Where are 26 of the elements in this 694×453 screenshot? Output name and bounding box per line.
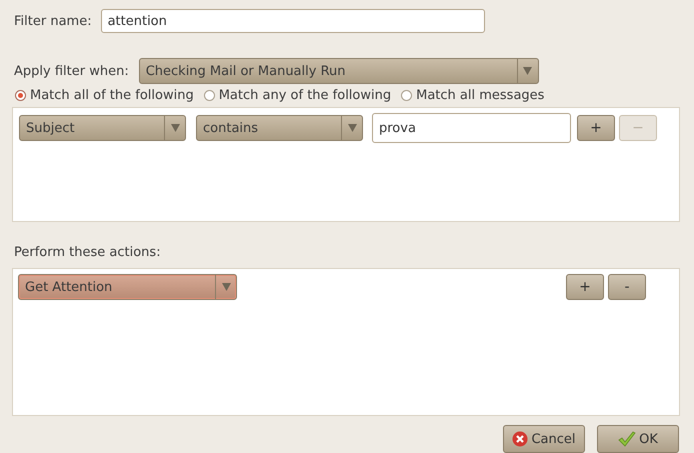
dropdown-arrow-icon (222, 283, 230, 291)
filter-name-field[interactable]: attention (100, 9, 485, 33)
radio-button[interactable] (15, 90, 26, 101)
checkmark-icon (618, 431, 636, 447)
field-dropdown[interactable]: Subject (19, 115, 186, 141)
dropdown-arrow-icon (348, 124, 356, 132)
button[interactable]: - (608, 274, 646, 300)
operator-dropdown[interactable]: contains (196, 115, 363, 141)
dropdown-arrow-icon (170, 124, 180, 132)
action-dropdown[interactable]: Get Attention (18, 274, 237, 300)
radio-button[interactable] (401, 90, 412, 101)
value-field[interactable]: prova (372, 113, 571, 143)
ok-button[interactable]: OK (597, 425, 679, 453)
field-label: Filter name: (14, 14, 92, 28)
apply-when-dropdown[interactable]: Checking Mail or Manually Run (138, 58, 539, 84)
field-label: Apply filter when: (14, 64, 129, 78)
button[interactable]: + (566, 274, 604, 300)
radio-button[interactable] (204, 90, 215, 101)
radio-option[interactable]: Match all messages (401, 88, 544, 103)
radio-option[interactable]: Match any of the following (204, 88, 392, 103)
section-label: Perform these actions: (14, 245, 162, 260)
cancel-button[interactable]: Cancel (503, 425, 585, 453)
dropdown-arrow-icon (523, 67, 532, 75)
button[interactable]: + (577, 115, 615, 141)
cancel-icon (512, 431, 528, 447)
radio-option[interactable]: Match all of the following (15, 88, 194, 103)
